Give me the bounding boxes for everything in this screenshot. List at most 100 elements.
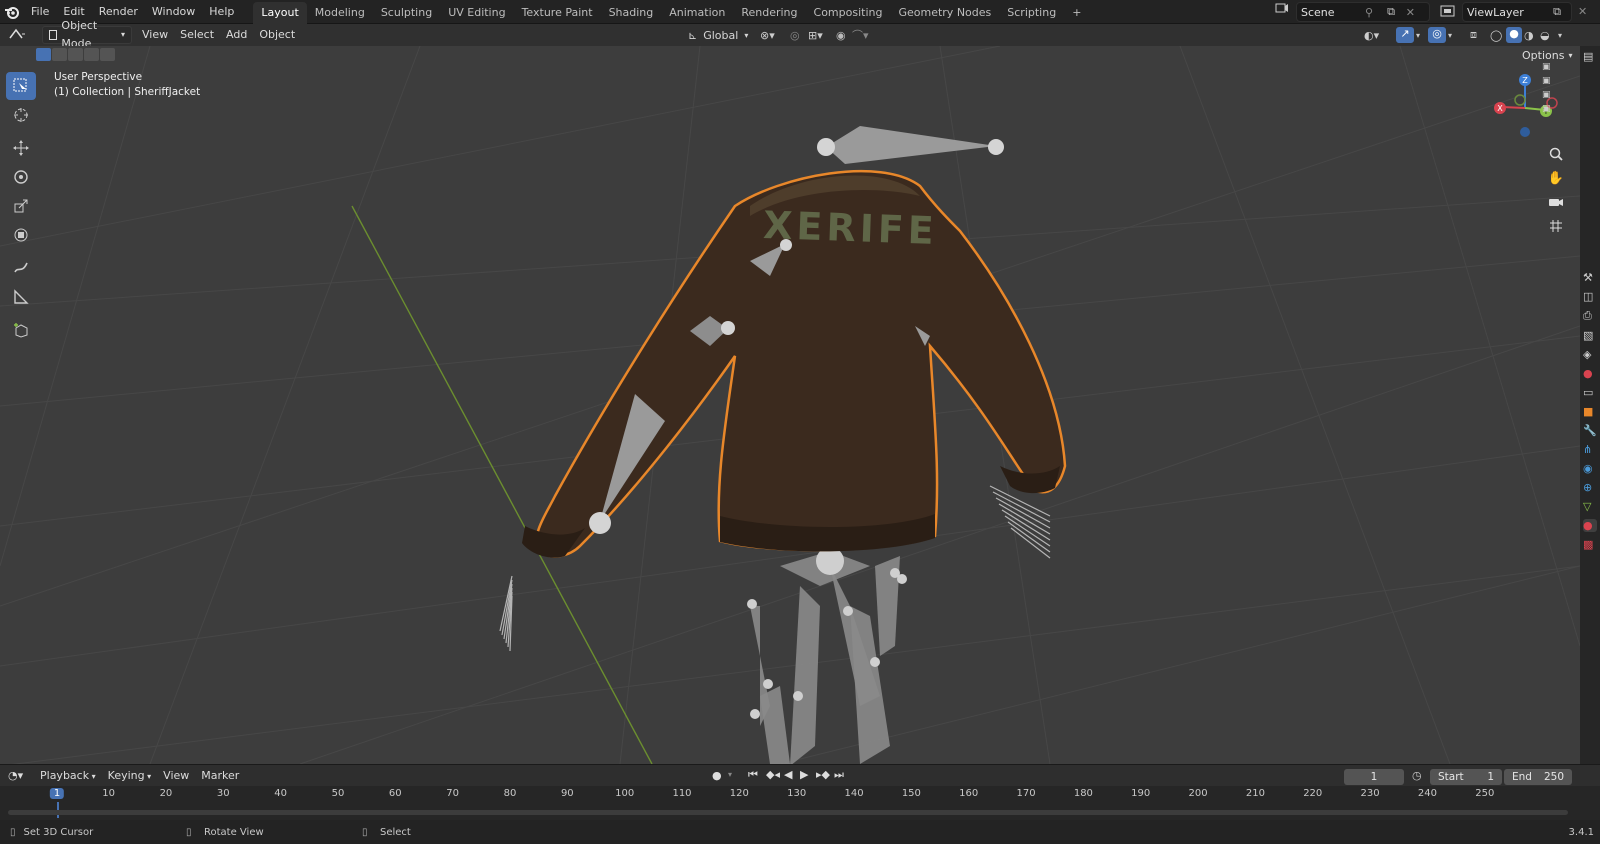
- rotate-tool[interactable]: [6, 163, 36, 191]
- tool-properties-icon[interactable]: ⚒: [1583, 271, 1597, 284]
- scene-properties-icon[interactable]: ◈: [1583, 348, 1597, 361]
- tab-layout[interactable]: Layout: [253, 1, 307, 24]
- new-scene-icon[interactable]: ⧉: [1387, 5, 1395, 19]
- scene-selector[interactable]: [1270, 2, 1294, 14]
- delete-scene-icon[interactable]: ✕: [1406, 6, 1415, 19]
- tab-rendering[interactable]: Rendering: [733, 2, 805, 24]
- camera-icon[interactable]: ▣: [1542, 104, 1551, 114]
- pivot-point-icon[interactable]: ⊗▾: [760, 29, 775, 42]
- menu-file[interactable]: File: [24, 2, 56, 22]
- viewport-canvas[interactable]: XERIFE: [0, 46, 1580, 764]
- modifier-properties-icon[interactable]: 🔧: [1583, 424, 1597, 437]
- view-layer-field[interactable]: ViewLayer ⧉: [1462, 2, 1572, 22]
- preview-range-icon[interactable]: ◷: [1412, 769, 1422, 782]
- end-frame-field[interactable]: End 250: [1504, 769, 1572, 785]
- editor-type-dropdown[interactable]: [8, 28, 36, 42]
- tab-shading[interactable]: Shading: [601, 2, 662, 24]
- data-properties-icon[interactable]: ▽: [1583, 500, 1597, 513]
- material-shading-icon[interactable]: ◑: [1524, 29, 1534, 42]
- timeline-area[interactable]: 1 10 20 30 40 50 60 70 80 90 100 110 120 130 140 150 160…: [0, 786, 1600, 820]
- record-icon[interactable]: ●: [712, 769, 722, 782]
- play-reverse-icon[interactable]: ◀: [784, 768, 792, 781]
- scale-tool[interactable]: [6, 192, 36, 220]
- constraints-properties-icon[interactable]: ⊕: [1583, 481, 1597, 494]
- snap-target-icon[interactable]: ⊞▾: [808, 29, 823, 42]
- view-layer-properties-icon[interactable]: ▧: [1583, 329, 1597, 342]
- timeline-menu-keying[interactable]: Keying ▾: [102, 767, 158, 785]
- overlay-toggle-icon[interactable]: ◎: [1428, 27, 1446, 43]
- timeline-menu-playback[interactable]: Playback ▾: [34, 767, 102, 785]
- select-intersect-icon[interactable]: [100, 48, 115, 61]
- ortho-grid-icon[interactable]: [1544, 214, 1568, 238]
- outliner-toggle-icon[interactable]: ▤: [1583, 50, 1597, 63]
- pan-hand-icon[interactable]: ✋: [1544, 166, 1568, 190]
- jump-end-icon[interactable]: ⏭: [834, 768, 844, 782]
- wireframe-shading-icon[interactable]: ◯: [1490, 29, 1502, 42]
- current-frame-field[interactable]: 1: [1344, 769, 1404, 785]
- camera-icon[interactable]: ▣: [1542, 62, 1551, 72]
- gizmo-dropdown-icon[interactable]: ▾: [1416, 31, 1420, 40]
- select-invert-icon[interactable]: [84, 48, 99, 61]
- 3d-viewport[interactable]: XERIFE User Perspective (1) Collection |…: [0, 46, 1580, 764]
- viewport-menu-object[interactable]: Object: [253, 26, 301, 44]
- overlay-dropdown-icon[interactable]: ▾: [1448, 31, 1452, 40]
- object-properties-icon[interactable]: ■: [1583, 405, 1597, 418]
- output-properties-icon[interactable]: ⎙: [1583, 309, 1597, 323]
- scene-name-field[interactable]: Scene ⚲ ⧉ ✕: [1296, 2, 1430, 22]
- particles-properties-icon[interactable]: ⋔: [1583, 443, 1597, 456]
- close-view-layer-icon[interactable]: ✕: [1578, 5, 1587, 18]
- start-frame-field[interactable]: Start 1: [1430, 769, 1502, 785]
- cursor-tool[interactable]: [6, 101, 36, 129]
- timeline-scrollbar[interactable]: [8, 810, 1568, 815]
- timeline-editor-icon[interactable]: ◔▾: [8, 769, 34, 782]
- material-properties-icon[interactable]: ●: [1583, 519, 1597, 532]
- menu-window[interactable]: Window: [145, 2, 202, 22]
- viewport-menu-view[interactable]: View: [136, 26, 174, 44]
- select-subtract-icon[interactable]: [68, 48, 83, 61]
- timeline-menu-view[interactable]: View: [157, 767, 195, 785]
- collection-properties-icon[interactable]: ▭: [1583, 386, 1597, 399]
- rendered-shading-icon[interactable]: ◒: [1540, 29, 1550, 42]
- snap-icon[interactable]: ◎: [790, 29, 800, 42]
- falloff-icon[interactable]: ⌒▾: [852, 27, 869, 43]
- camera-view-icon[interactable]: [1544, 190, 1568, 214]
- jump-keyframe-forward-icon[interactable]: ▸◆: [816, 768, 830, 781]
- move-tool[interactable]: [6, 134, 36, 162]
- new-view-layer-icon[interactable]: ⧉: [1553, 5, 1561, 19]
- xray-icon[interactable]: ⧈: [1470, 28, 1477, 42]
- add-workspace-button[interactable]: +: [1064, 2, 1089, 24]
- visibility-icon[interactable]: ◐▾: [1364, 29, 1379, 42]
- record-dropdown-icon[interactable]: ▾: [728, 770, 732, 779]
- shading-dropdown-icon[interactable]: ▾: [1558, 31, 1562, 40]
- tab-scripting[interactable]: Scripting: [999, 2, 1064, 24]
- tab-modeling[interactable]: Modeling: [307, 2, 373, 24]
- gizmo-toggle-icon[interactable]: ↗: [1396, 27, 1414, 43]
- mode-dropdown[interactable]: Object Mode ▾: [42, 19, 132, 50]
- select-box-tool[interactable]: [6, 72, 36, 100]
- tab-geometry-nodes[interactable]: Geometry Nodes: [890, 2, 999, 24]
- frame-ruler[interactable]: 1 10 20 30 40 50 60 70 80 90 100 110 120 130 140 150 160…: [0, 786, 1600, 804]
- select-new-icon[interactable]: [36, 48, 51, 61]
- camera-icon[interactable]: ▣: [1542, 90, 1551, 100]
- menu-help[interactable]: Help: [202, 2, 241, 22]
- jump-start-icon[interactable]: ⏮: [748, 768, 758, 782]
- select-extend-icon[interactable]: [52, 48, 67, 61]
- camera-icon[interactable]: ▣: [1542, 76, 1551, 86]
- annotate-tool[interactable]: [6, 254, 36, 282]
- texture-properties-icon[interactable]: ▩: [1583, 538, 1597, 551]
- render-properties-icon[interactable]: ◫: [1583, 290, 1597, 303]
- world-properties-icon[interactable]: ●: [1583, 367, 1597, 380]
- tab-animation[interactable]: Animation: [661, 2, 733, 24]
- play-icon[interactable]: ▶: [800, 768, 808, 781]
- timeline-menu-marker[interactable]: Marker: [195, 767, 245, 785]
- viewport-menu-add[interactable]: Add: [220, 26, 253, 44]
- tab-texture-paint[interactable]: Texture Paint: [514, 2, 601, 24]
- blender-logo-icon[interactable]: [0, 0, 24, 24]
- transform-tool[interactable]: [6, 221, 36, 249]
- zoom-icon[interactable]: [1544, 142, 1568, 166]
- measure-tool[interactable]: [6, 283, 36, 311]
- add-cube-tool[interactable]: [6, 316, 36, 344]
- tab-sculpting[interactable]: Sculpting: [373, 2, 440, 24]
- tab-uv-editing[interactable]: UV Editing: [440, 2, 513, 24]
- tab-compositing[interactable]: Compositing: [806, 2, 891, 24]
